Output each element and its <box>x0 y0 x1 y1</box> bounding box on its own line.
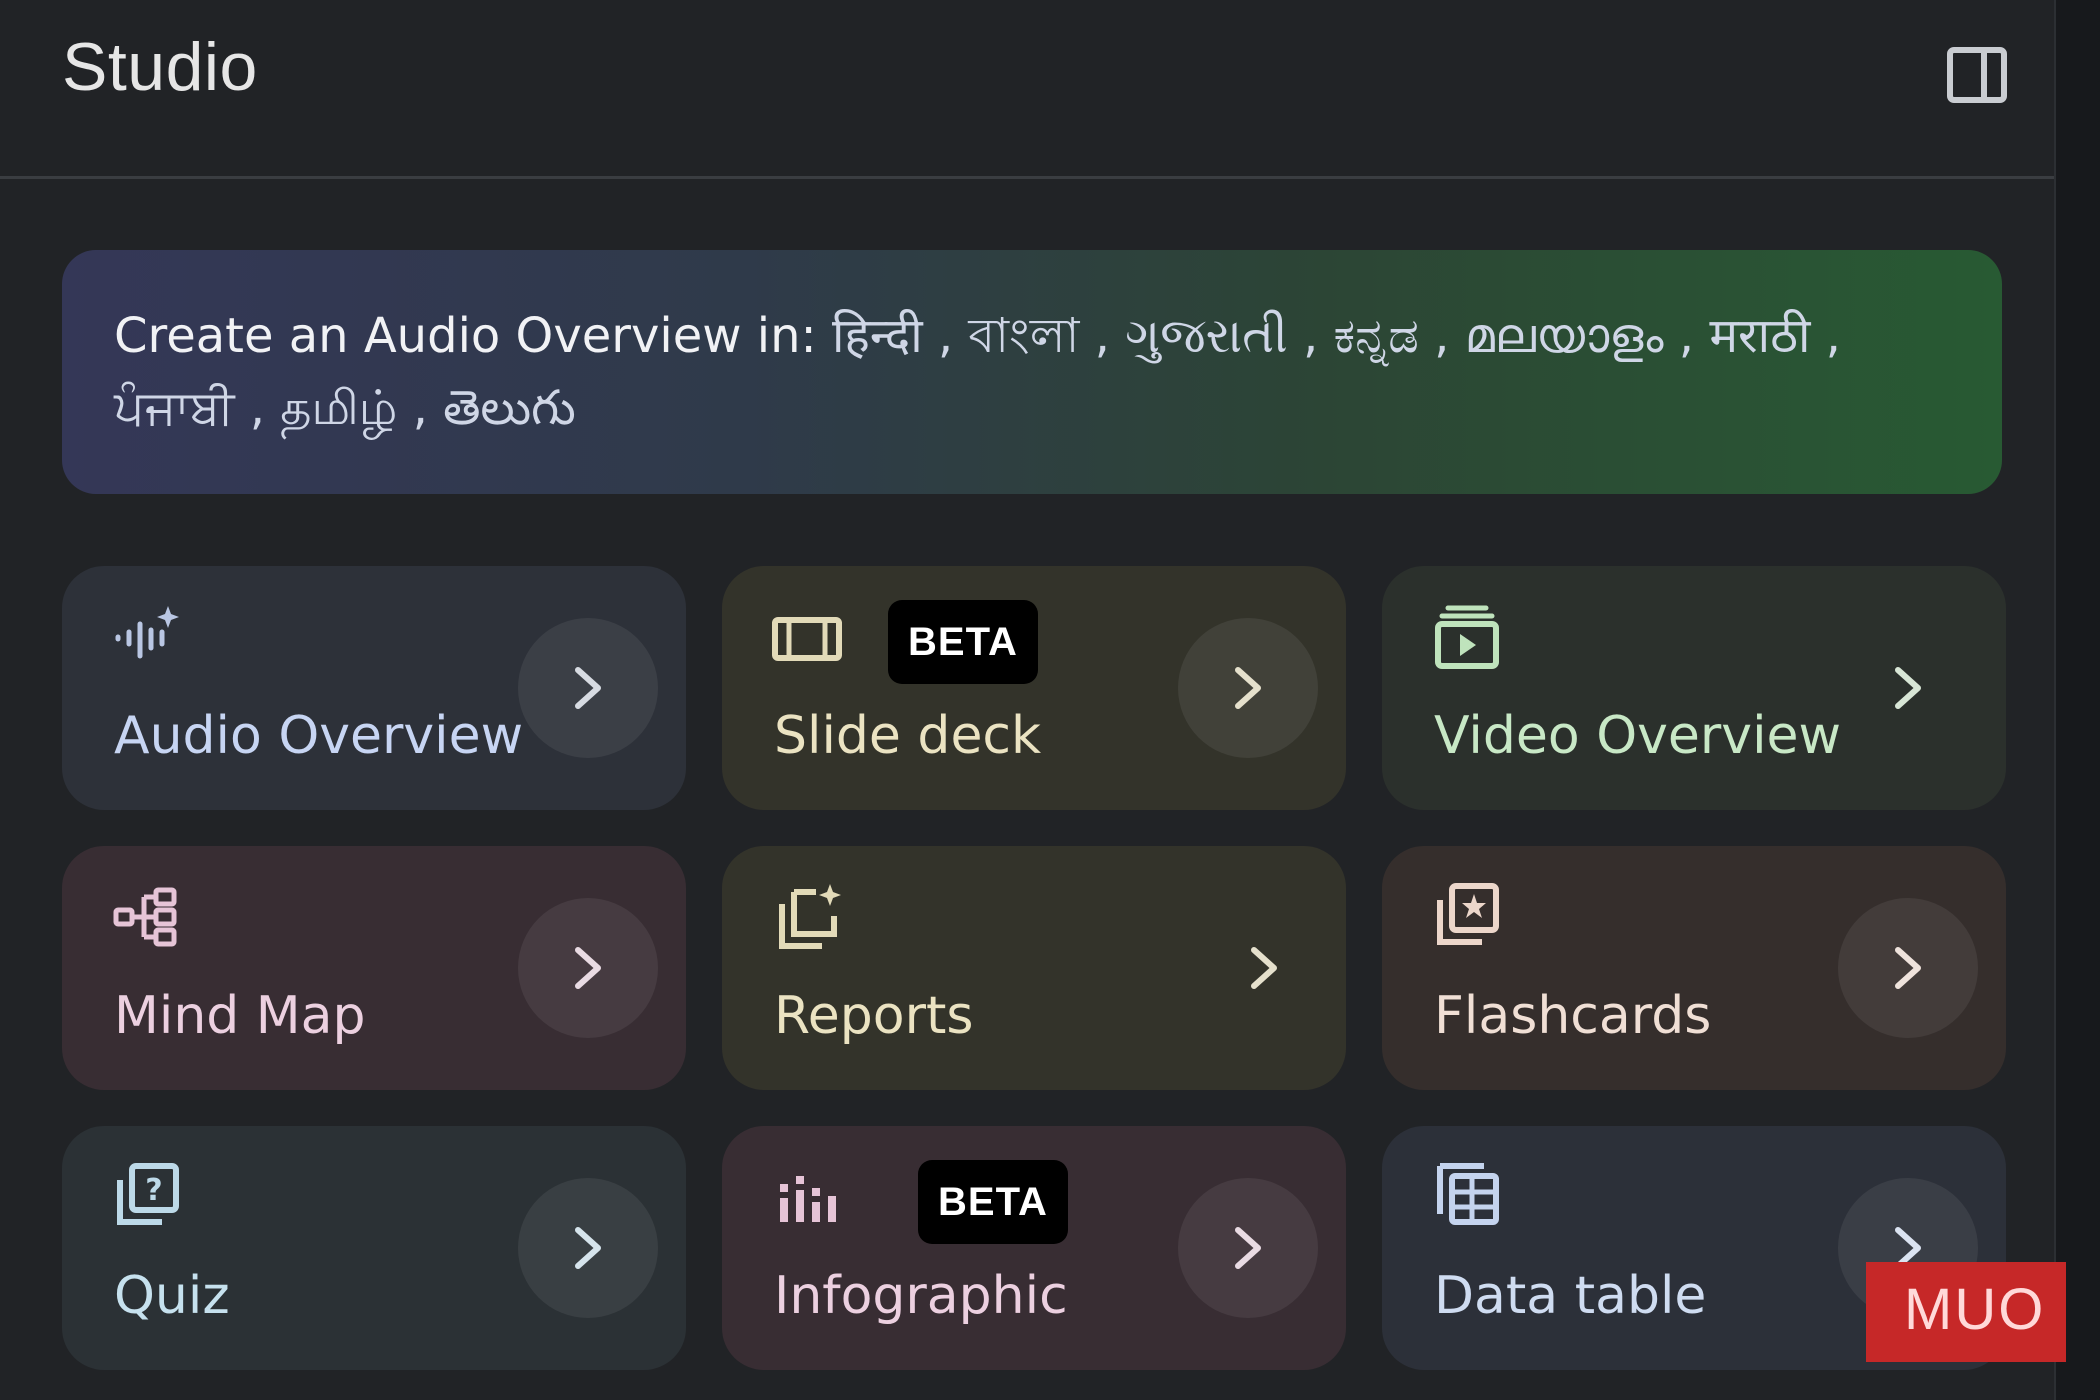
tile-label: Slide deck <box>774 706 1042 766</box>
tile-label: Video Overview <box>1434 706 1842 766</box>
studio-header: Studio <box>0 0 2054 179</box>
page-title: Studio <box>62 29 258 105</box>
open-flashcards-button[interactable] <box>1838 898 1978 1038</box>
banner-text: Create an Audio Overview in: हिन्दी , বা… <box>114 300 1954 444</box>
open-audio-overview-button[interactable] <box>518 618 658 758</box>
tile-video-overview[interactable]: Video Overview <box>1382 566 2006 810</box>
tile-quiz[interactable]: ? Quiz <box>62 1126 686 1370</box>
video-overview-icon <box>1435 605 1499 669</box>
tile-label: Quiz <box>114 1266 230 1326</box>
audio-waveform-sparkle-icon <box>115 606 179 659</box>
collapse-panel-button[interactable] <box>1946 44 2008 106</box>
chevron-right-icon <box>575 667 601 709</box>
reports-icon <box>779 884 841 949</box>
beta-badge: BETA <box>888 600 1038 684</box>
chevron-right-icon <box>1251 947 1277 989</box>
chevron-right-icon <box>1895 667 1921 709</box>
svg-text:?: ? <box>145 1173 162 1208</box>
chevron-right-icon <box>1895 947 1921 989</box>
data-table-icon <box>1437 1163 1499 1225</box>
studio-panel: Studio Create an Audio Overview in: हिन्… <box>0 0 2056 1400</box>
open-quiz-button[interactable] <box>518 1178 658 1318</box>
tile-label: Mind Map <box>114 986 366 1046</box>
infographic-icon <box>780 1176 836 1222</box>
tile-label: Data table <box>1434 1266 1707 1326</box>
open-reports-button[interactable] <box>1194 898 1334 1038</box>
tile-label: Reports <box>774 986 974 1046</box>
slides-icon <box>772 617 842 661</box>
tile-label: Audio Overview <box>114 706 524 766</box>
open-slide-deck-button[interactable] <box>1178 618 1318 758</box>
beta-badge: BETA <box>918 1160 1068 1244</box>
tile-infographic[interactable]: BETA Infographic <box>722 1126 1346 1370</box>
quiz-icon: ? <box>117 1163 179 1225</box>
chevron-right-icon <box>1235 667 1261 709</box>
audio-overview-languages-banner[interactable]: Create an Audio Overview in: हिन्दी , বা… <box>62 250 2002 494</box>
side-panel-icon <box>1947 47 2007 103</box>
banner-prefix: Create an Audio Overview in: <box>114 308 832 364</box>
tile-slide-deck[interactable]: BETA Slide deck <box>722 566 1346 810</box>
chevron-right-icon <box>575 947 601 989</box>
tile-label: Flashcards <box>1434 986 1712 1046</box>
tile-flashcards[interactable]: Flashcards <box>1382 846 2006 1090</box>
open-video-overview-button[interactable] <box>1838 618 1978 758</box>
tile-mind-map[interactable]: Mind Map <box>62 846 686 1090</box>
tile-reports[interactable]: Reports <box>722 846 1346 1090</box>
mind-map-icon <box>113 887 177 947</box>
watermark-text: MUO <box>1904 1277 2046 1342</box>
open-mind-map-button[interactable] <box>518 898 658 1038</box>
open-infographic-button[interactable] <box>1178 1178 1318 1318</box>
tile-audio-overview[interactable]: Audio Overview <box>62 566 686 810</box>
flashcards-icon <box>1437 883 1499 945</box>
chevron-right-icon <box>575 1227 601 1269</box>
tile-label: Infographic <box>774 1266 1068 1326</box>
chevron-right-icon <box>1235 1227 1261 1269</box>
muo-watermark-logo: MUO <box>1866 1262 2066 1362</box>
